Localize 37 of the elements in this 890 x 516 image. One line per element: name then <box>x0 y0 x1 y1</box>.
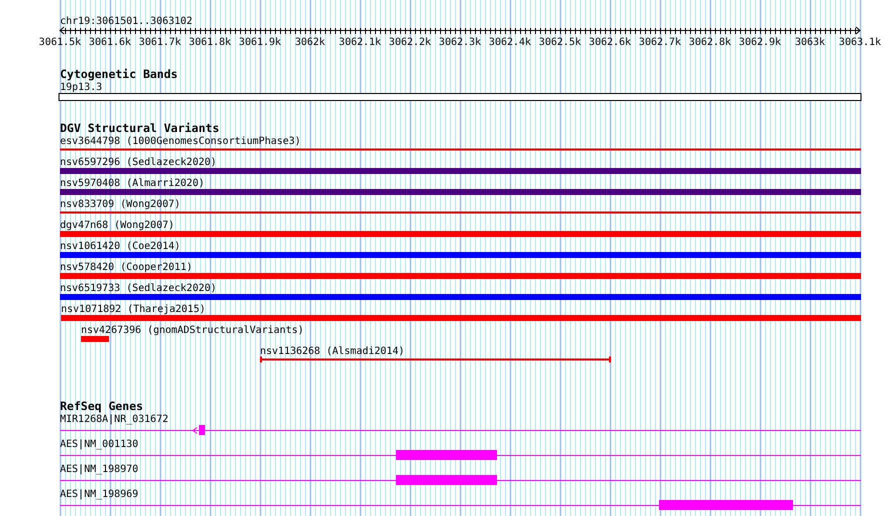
tick-label: 3062.6k <box>588 37 632 48</box>
variant-label: nsv5970408 (Almarri2020) <box>60 178 204 189</box>
tick-label: 3061.8k <box>188 37 232 48</box>
tick-label: 3062.2k <box>388 37 432 48</box>
tick-label: 3062.4k <box>488 37 532 48</box>
track-title: Cytogenetic Bands <box>60 67 178 81</box>
variant-label: esv3644798 (1000GenomesConsortiumPhase3) <box>60 136 301 147</box>
variant-label: nsv1061420 (Coe2014) <box>60 241 180 252</box>
gene-label: MIR1268A|NR_031672 <box>60 414 168 425</box>
band-label: 19p13.3 <box>60 82 102 93</box>
gene-label: AES|NM_198969 <box>60 489 138 500</box>
track-title: RefSeq Genes <box>60 399 144 413</box>
tick-label: 3061.7k <box>138 37 182 48</box>
variant-label: nsv578420 (Cooper2011) <box>60 262 192 273</box>
tick-label: 3062.3k <box>438 37 482 48</box>
variant-label: nsv1071892 (Thareja2015) <box>61 304 206 315</box>
track-title: DGV Structural Variants <box>60 121 220 135</box>
tick-label: 3062k <box>294 37 326 48</box>
variant-label: nsv6597296 (Sedlazeck2020) <box>60 157 217 168</box>
tick-label: 3062.9k <box>738 37 782 48</box>
tick-label: 3061.6k <box>88 37 132 48</box>
tick-label: 3061.5k <box>38 37 82 48</box>
tick-label: 3062.8k <box>688 37 732 48</box>
tick-label: 3063k <box>794 37 826 48</box>
tick-label: 3063.1k <box>838 37 882 48</box>
tick-label: 3062.1k <box>338 37 382 48</box>
tick-label: 3062.5k <box>538 37 582 48</box>
position-label: chr19:3061501..3063102 <box>60 16 192 27</box>
variant-label: dgv47n68 (Wong2007) <box>60 220 174 231</box>
tick-label: 3061.9k <box>238 37 282 48</box>
gene-label: AES|NM_198970 <box>60 464 138 475</box>
variant-label: nsv1136268 (Alsmadi2014) <box>260 346 404 357</box>
gene-label: AES|NM_001130 <box>60 439 138 450</box>
variant-label: nsv833709 (Wong2007) <box>60 199 180 210</box>
variant-label: nsv4267396 (gnomADStructuralVariants) <box>81 325 304 336</box>
tick-label: 3062.7k <box>638 37 682 48</box>
variant-label: nsv6519733 (Sedlazeck2020) <box>60 283 217 294</box>
